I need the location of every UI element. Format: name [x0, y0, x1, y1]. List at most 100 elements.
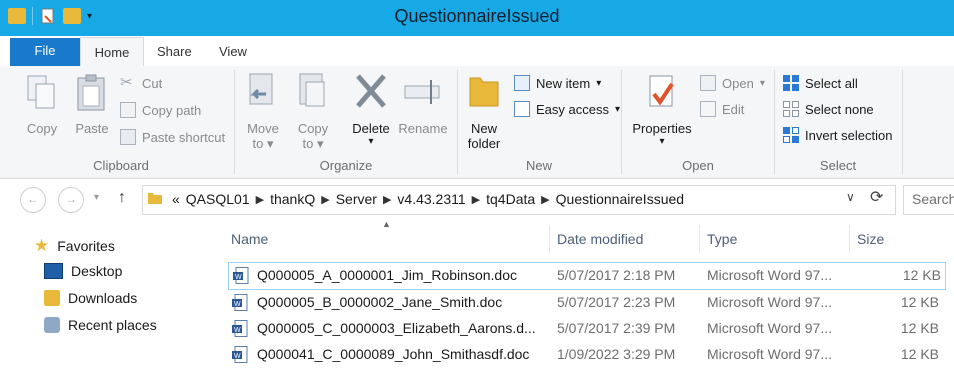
rename-button[interactable]: Rename	[398, 72, 448, 136]
move-to-icon	[249, 73, 273, 105]
chevron-down-icon: ▾	[368, 136, 374, 147]
star-icon: ★	[34, 236, 50, 255]
nav-item-downloads[interactable]: Downloads	[44, 290, 137, 306]
column-header-size[interactable]: Size	[857, 225, 884, 253]
breadcrumb-item[interactable]: tq4Data	[486, 191, 535, 207]
chevron-right-icon[interactable]: ▶	[256, 193, 264, 206]
select-group-label: Select	[819, 158, 857, 173]
divider	[774, 70, 775, 174]
invert-selection-icon	[783, 127, 799, 143]
edit-button[interactable]: Edit	[700, 101, 744, 117]
file-row[interactable]: W Q000005_A_0000001_Jim_Robinson.doc 5/0…	[228, 262, 946, 290]
search-placeholder: Search	[912, 191, 954, 207]
nav-favorites[interactable]: ★ Favorites	[34, 236, 115, 256]
divider	[234, 70, 235, 174]
delete-icon	[356, 74, 386, 108]
breadcrumb-item[interactable]: Server	[336, 191, 377, 207]
nav-item-desktop[interactable]: Desktop	[44, 263, 122, 279]
recent-places-icon	[44, 317, 60, 333]
breadcrumb-item[interactable]: QASQL01	[186, 191, 250, 207]
word-document-icon: W	[233, 267, 249, 284]
open-button[interactable]: Open ▾	[700, 75, 765, 91]
chevron-down-icon: ▾	[614, 103, 621, 115]
tab-share[interactable]: Share	[157, 44, 192, 59]
divider[interactable]	[549, 225, 550, 253]
select-none-icon	[783, 101, 799, 117]
rename-icon	[404, 80, 440, 104]
divider[interactable]	[849, 225, 850, 253]
file-date: 5/07/2017 2:39 PM	[557, 320, 676, 336]
file-name: Q000041_C_0000089_John_Smithasdf.doc	[257, 346, 530, 362]
tab-home[interactable]: Home	[80, 37, 144, 68]
address-dropdown-icon[interactable]: ∨	[846, 190, 855, 204]
word-document-icon: W	[232, 320, 248, 337]
file-size: 12 KB	[900, 320, 939, 336]
open-group-label: Open	[682, 158, 714, 173]
chevron-right-icon[interactable]: ▶	[321, 193, 329, 206]
recent-locations-dropdown-icon[interactable]: ▾	[94, 192, 99, 203]
back-button[interactable]: ←	[20, 187, 46, 213]
file-name: Q000005_B_0000002_Jane_Smith.doc	[257, 294, 503, 310]
file-type: Microsoft Word 97...	[707, 346, 833, 362]
copy-icon	[27, 75, 55, 109]
file-size: 12 KB	[900, 294, 939, 310]
file-size: 12 KB	[902, 267, 941, 283]
desktop-icon	[44, 263, 63, 279]
tab-view[interactable]: View	[219, 44, 247, 59]
paste-shortcut-icon	[120, 129, 136, 145]
file-date: 5/07/2017 2:23 PM	[557, 294, 676, 310]
file-row[interactable]: W Q000041_C_0000089_John_Smithasdf.doc 1…	[228, 342, 944, 368]
chevron-down-icon: ▾	[659, 136, 665, 147]
breadcrumb-overflow[interactable]: «	[172, 191, 180, 207]
properties-button[interactable]: Properties ▾	[628, 72, 696, 147]
file-date: 5/07/2017 2:18 PM	[557, 267, 676, 283]
file-row[interactable]: W Q000005_B_0000002_Jane_Smith.doc 5/07/…	[228, 290, 944, 316]
properties-icon	[649, 75, 674, 107]
move-to-button[interactable]: Move to ▾	[242, 72, 284, 152]
delete-button[interactable]: Delete ▾	[348, 72, 394, 147]
edit-icon	[700, 101, 716, 117]
clipboard-group-label: Clipboard	[93, 158, 149, 173]
paste-shortcut-button[interactable]: Paste shortcut	[120, 129, 225, 145]
tab-file[interactable]: File	[10, 38, 80, 66]
chevron-right-icon[interactable]: ▶	[383, 193, 391, 206]
downloads-folder-icon	[44, 290, 60, 306]
cut-button[interactable]: ✂ Cut	[120, 75, 162, 91]
paste-button[interactable]: Paste	[72, 74, 112, 136]
forward-button[interactable]: →	[58, 187, 84, 213]
breadcrumb-item[interactable]: thankQ	[270, 191, 315, 207]
new-item-button[interactable]: New item ▾	[514, 75, 601, 91]
new-folder-button[interactable]: New folder	[463, 72, 505, 151]
chevron-right-icon[interactable]: ▶	[472, 193, 480, 206]
chevron-down-icon: ▾	[759, 77, 765, 89]
copy-path-button[interactable]: Copy path	[120, 102, 201, 118]
sort-indicator-icon: ▲	[382, 219, 391, 229]
copy-to-button[interactable]: Copy to ▾	[292, 72, 334, 152]
up-button[interactable]: ↑	[118, 189, 126, 207]
column-header-date[interactable]: Date modified	[557, 225, 643, 253]
nav-item-recent-places[interactable]: Recent places	[44, 317, 157, 333]
organize-group-label: Organize	[319, 158, 373, 173]
refresh-icon[interactable]: ⟳	[870, 187, 883, 207]
divider[interactable]	[699, 225, 700, 253]
breadcrumb-item[interactable]: QuestionnaireIssued	[556, 191, 684, 207]
new-item-icon	[514, 75, 530, 91]
file-row[interactable]: W Q000005_C_0000003_Elizabeth_Aarons.d..…	[228, 316, 944, 342]
copy-button[interactable]: Copy	[22, 74, 62, 136]
folder-icon	[469, 77, 499, 107]
scissors-icon: ✂	[120, 74, 133, 91]
column-header-type[interactable]: Type	[707, 225, 737, 253]
copy-path-icon	[120, 102, 136, 118]
word-document-icon: W	[232, 294, 248, 311]
select-all-button[interactable]: Select all	[783, 75, 858, 91]
easy-access-icon	[514, 101, 530, 117]
divider	[621, 70, 622, 174]
invert-selection-button[interactable]: Invert selection	[783, 127, 892, 143]
paste-icon	[77, 74, 105, 111]
select-none-button[interactable]: Select none	[783, 101, 874, 117]
breadcrumb-item[interactable]: v4.43.2311	[397, 191, 465, 207]
easy-access-button[interactable]: Easy access ▾	[514, 101, 620, 117]
chevron-right-icon[interactable]: ▶	[541, 193, 549, 206]
column-header-name[interactable]: Name	[231, 225, 268, 253]
file-size: 12 KB	[900, 346, 939, 362]
